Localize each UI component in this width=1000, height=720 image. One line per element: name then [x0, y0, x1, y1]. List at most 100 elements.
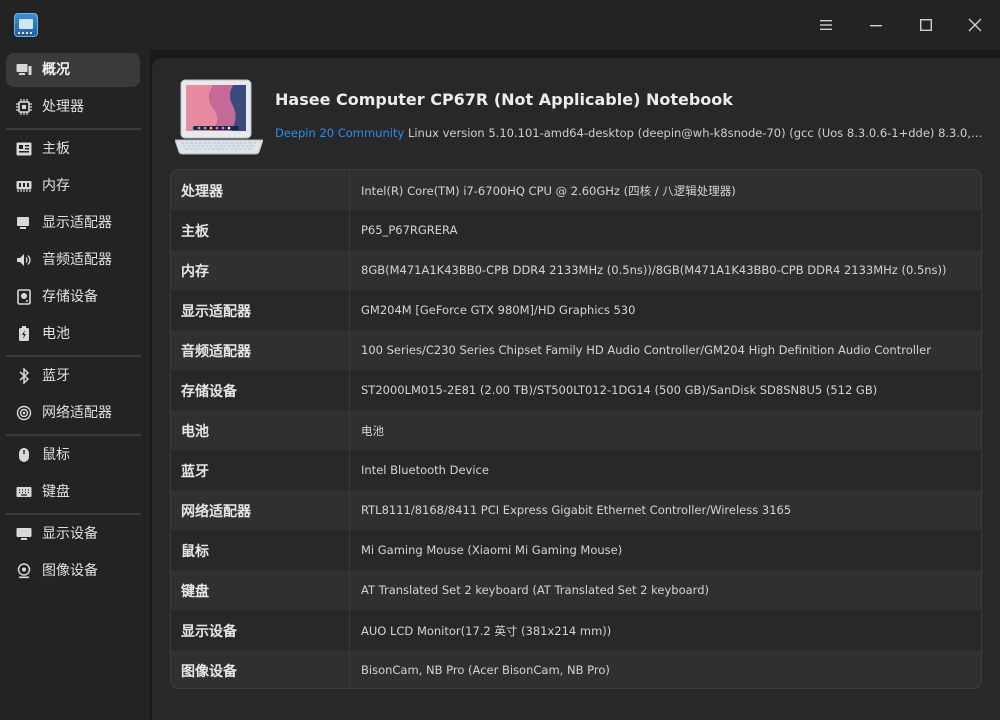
column-divider — [349, 570, 350, 610]
row-key: 网络适配器 — [181, 504, 251, 520]
sidebar-item-bluetooth[interactable]: 蓝牙 — [6, 359, 140, 393]
memory-icon — [16, 179, 32, 193]
sidebar-item-label: 概况 — [42, 62, 70, 78]
row-value: 8GB(M471A1K43BB0-CPB DDR4 2133MHz (0.5ns… — [361, 263, 947, 277]
row-value: Mi Gaming Mouse (Xiaomi Mi Gaming Mouse) — [361, 543, 623, 557]
row-value: 100 Series/C230 Series Chipset Family HD… — [361, 343, 931, 357]
sidebar-divider — [6, 513, 141, 515]
battery-icon — [16, 326, 32, 341]
laptop-icon — [175, 79, 263, 155]
sidebar-item-label: 键盘 — [42, 484, 70, 500]
overview-table: 处理器 Intel(R) Core(TM) i7-6700HQ CPU @ 2.… — [170, 169, 982, 689]
column-divider — [349, 530, 350, 570]
sidebar-item-keyboard[interactable]: 键盘 — [6, 475, 140, 509]
sidebar-item-network[interactable]: 网络适配器 — [6, 396, 140, 430]
model-title: Hasee Computer CP67R (Not Applicable) No… — [275, 90, 733, 109]
row-key: 蓝牙 — [181, 464, 209, 480]
sidebar-item-storage[interactable]: 存储设备 — [6, 280, 140, 314]
table-row: 网络适配器 RTL8111/8168/8411 PCI Express Giga… — [171, 490, 981, 530]
sidebar-item-battery[interactable]: 电池 — [6, 317, 140, 351]
row-key: 显示设备 — [181, 624, 237, 640]
menu-button[interactable] — [811, 10, 841, 40]
sidebar-divider — [6, 128, 141, 130]
row-value: BisonCam, NB Pro (Acer BisonCam, NB Pro) — [361, 663, 610, 677]
sidebar-item-audio-adapter[interactable]: 音频适配器 — [6, 243, 140, 277]
maximize-button[interactable] — [911, 10, 941, 40]
sidebar-item-camera[interactable]: 图像设备 — [6, 554, 140, 588]
camera-icon — [16, 563, 32, 579]
close-icon — [968, 18, 982, 32]
minimize-button[interactable] — [861, 10, 891, 40]
monitor-icon — [16, 527, 32, 541]
os-info: Deepin 20 Community Linux version 5.10.1… — [275, 126, 985, 140]
table-row: 音频适配器 100 Series/C230 Series Chipset Fam… — [171, 330, 981, 370]
title-bar — [0, 0, 1000, 50]
sidebar-item-mouse[interactable]: 鼠标 — [6, 438, 140, 472]
bluetooth-icon — [16, 368, 32, 384]
column-divider — [349, 290, 350, 330]
row-key: 键盘 — [181, 584, 209, 600]
row-value: P65_P67RGRERA — [361, 223, 458, 237]
column-divider — [349, 330, 350, 370]
sidebar-item-label: 显示设备 — [42, 526, 98, 542]
column-divider — [349, 410, 350, 450]
sidebar-item-monitor[interactable]: 显示设备 — [6, 517, 140, 551]
table-row: 键盘 AT Translated Set 2 keyboard (AT Tran… — [171, 570, 981, 610]
display-adapter-icon — [16, 216, 32, 230]
row-key: 处理器 — [181, 184, 223, 200]
sidebar-item-label: 显示适配器 — [42, 215, 112, 231]
row-value: ST2000LM015-2E81 (2.00 TB)/ST500LT012-1D… — [361, 383, 878, 397]
keyboard-icon — [16, 485, 32, 499]
row-key: 内存 — [181, 264, 209, 280]
sidebar-item-label: 网络适配器 — [42, 405, 112, 421]
sidebar-item-motherboard[interactable]: 主板 — [6, 132, 140, 166]
sidebar-item-label: 蓝牙 — [42, 368, 70, 384]
table-row: 显示适配器 GM204M [GeForce GTX 980M]/HD Graph… — [171, 290, 981, 330]
sidebar: 概况 处理器 主板 内存 显示适配器 音频适配器 存储设备 电池 蓝牙 网络适配… — [0, 50, 150, 720]
row-key: 显示适配器 — [181, 304, 251, 320]
os-detail: Linux version 5.10.101-amd64-desktop (de… — [407, 126, 985, 140]
mouse-icon — [16, 448, 32, 462]
table-row: 鼠标 Mi Gaming Mouse (Xiaomi Mi Gaming Mou… — [171, 530, 981, 570]
column-divider — [349, 450, 350, 490]
sidebar-item-label: 处理器 — [42, 99, 84, 115]
row-key: 电池 — [181, 424, 209, 440]
row-key: 存储设备 — [181, 384, 237, 400]
sidebar-item-cpu[interactable]: 处理器 — [6, 90, 140, 124]
row-key: 鼠标 — [181, 544, 209, 560]
table-row: 蓝牙 Intel Bluetooth Device — [171, 450, 981, 490]
column-divider — [349, 610, 350, 650]
column-divider — [349, 250, 350, 290]
storage-icon — [16, 289, 32, 305]
row-value: GM204M [GeForce GTX 980M]/HD Graphics 53… — [361, 303, 636, 317]
column-divider — [349, 210, 350, 250]
close-button[interactable] — [960, 10, 990, 40]
row-key: 图像设备 — [181, 664, 237, 680]
row-value: RTL8111/8168/8411 PCI Express Gigabit Et… — [361, 503, 792, 517]
sidebar-item-label: 主板 — [42, 141, 70, 157]
speaker-icon — [16, 253, 32, 267]
sidebar-divider — [6, 434, 141, 436]
overview-icon — [16, 63, 32, 77]
hamburger-icon — [820, 20, 832, 30]
table-row: 处理器 Intel(R) Core(TM) i7-6700HQ CPU @ 2.… — [171, 170, 981, 210]
table-row: 主板 P65_P67RGRERA — [171, 210, 981, 250]
sidebar-item-display-adapter[interactable]: 显示适配器 — [6, 206, 140, 240]
table-row: 存储设备 ST2000LM015-2E81 (2.00 TB)/ST500LT0… — [171, 370, 981, 410]
sidebar-divider — [6, 355, 141, 357]
main-panel: Hasee Computer CP67R (Not Applicable) No… — [152, 58, 1000, 720]
sidebar-item-label: 内存 — [42, 178, 70, 194]
sidebar-item-overview[interactable]: 概况 — [6, 53, 140, 87]
sidebar-item-label: 鼠标 — [42, 447, 70, 463]
network-icon — [16, 405, 32, 421]
column-divider — [349, 370, 350, 410]
column-divider — [349, 170, 350, 210]
device-manager-icon — [14, 13, 38, 37]
table-row: 图像设备 BisonCam, NB Pro (Acer BisonCam, NB… — [171, 650, 981, 688]
os-link[interactable]: Deepin 20 Community — [275, 126, 404, 140]
row-value: Intel Bluetooth Device — [361, 463, 489, 477]
row-value: 电池 — [361, 424, 384, 438]
sidebar-item-memory[interactable]: 内存 — [6, 169, 140, 203]
motherboard-icon — [16, 142, 32, 156]
sidebar-item-label: 音频适配器 — [42, 252, 112, 268]
